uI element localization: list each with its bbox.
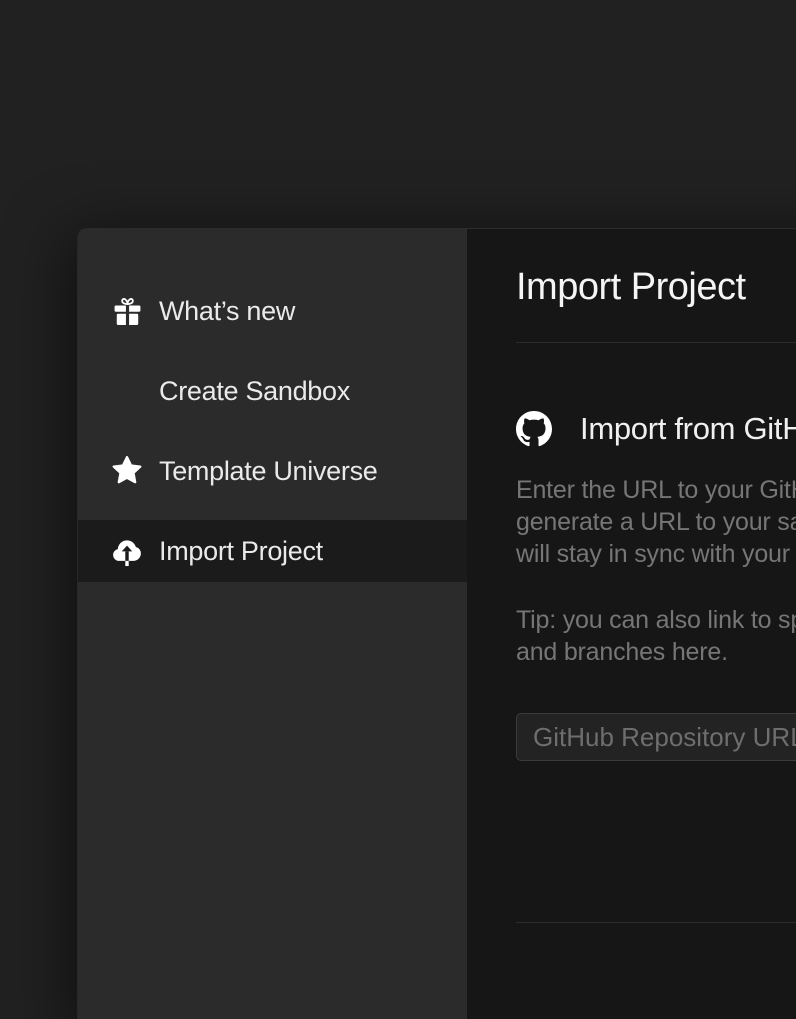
sidebar-item-label: Create Sandbox: [159, 376, 350, 407]
github-section-description: Enter the URL to your GitHub repository …: [516, 474, 796, 570]
header-divider: [516, 342, 796, 343]
cloud-upload-icon: [109, 532, 145, 570]
sidebar-item-label: Template Universe: [159, 456, 378, 487]
description-line: will stay in sync with your repository.: [516, 538, 796, 570]
section-divider: [516, 922, 796, 923]
sidebar-item-whats-new[interactable]: What’s new: [78, 280, 467, 342]
sidebar-item-label: What’s new: [159, 296, 295, 327]
empty-icon-placeholder: [109, 372, 145, 410]
modal-sidebar: What’s new Create Sandbox Template Unive…: [78, 229, 467, 1019]
page-title: Import Project: [516, 267, 796, 307]
github-section-tip: Tip: you can also link to specific files…: [516, 604, 796, 668]
sidebar-item-create-sandbox[interactable]: Create Sandbox: [78, 360, 467, 422]
tip-line: and branches here.: [516, 636, 796, 668]
sidebar-item-label: Import Project: [159, 536, 323, 567]
import-project-panel: Import Project Import from GitHub Enter …: [467, 229, 796, 1019]
github-icon: [516, 411, 552, 447]
description-line: generate a URL to your sandbox. The sand…: [516, 506, 796, 538]
github-repository-url-input[interactable]: [516, 713, 796, 761]
github-section-title: Import from GitHub: [580, 411, 796, 447]
description-line: Enter the URL to your GitHub repository …: [516, 474, 796, 506]
create-sandbox-modal: What’s new Create Sandbox Template Unive…: [77, 228, 796, 1019]
sidebar-item-import-project[interactable]: Import Project: [78, 520, 467, 582]
tip-line: Tip: you can also link to specific files: [516, 604, 796, 636]
github-section-header: Import from GitHub: [516, 411, 796, 447]
sidebar-item-template-universe[interactable]: Template Universe: [78, 440, 467, 502]
gift-icon: [109, 292, 145, 330]
star-icon: [109, 452, 145, 490]
